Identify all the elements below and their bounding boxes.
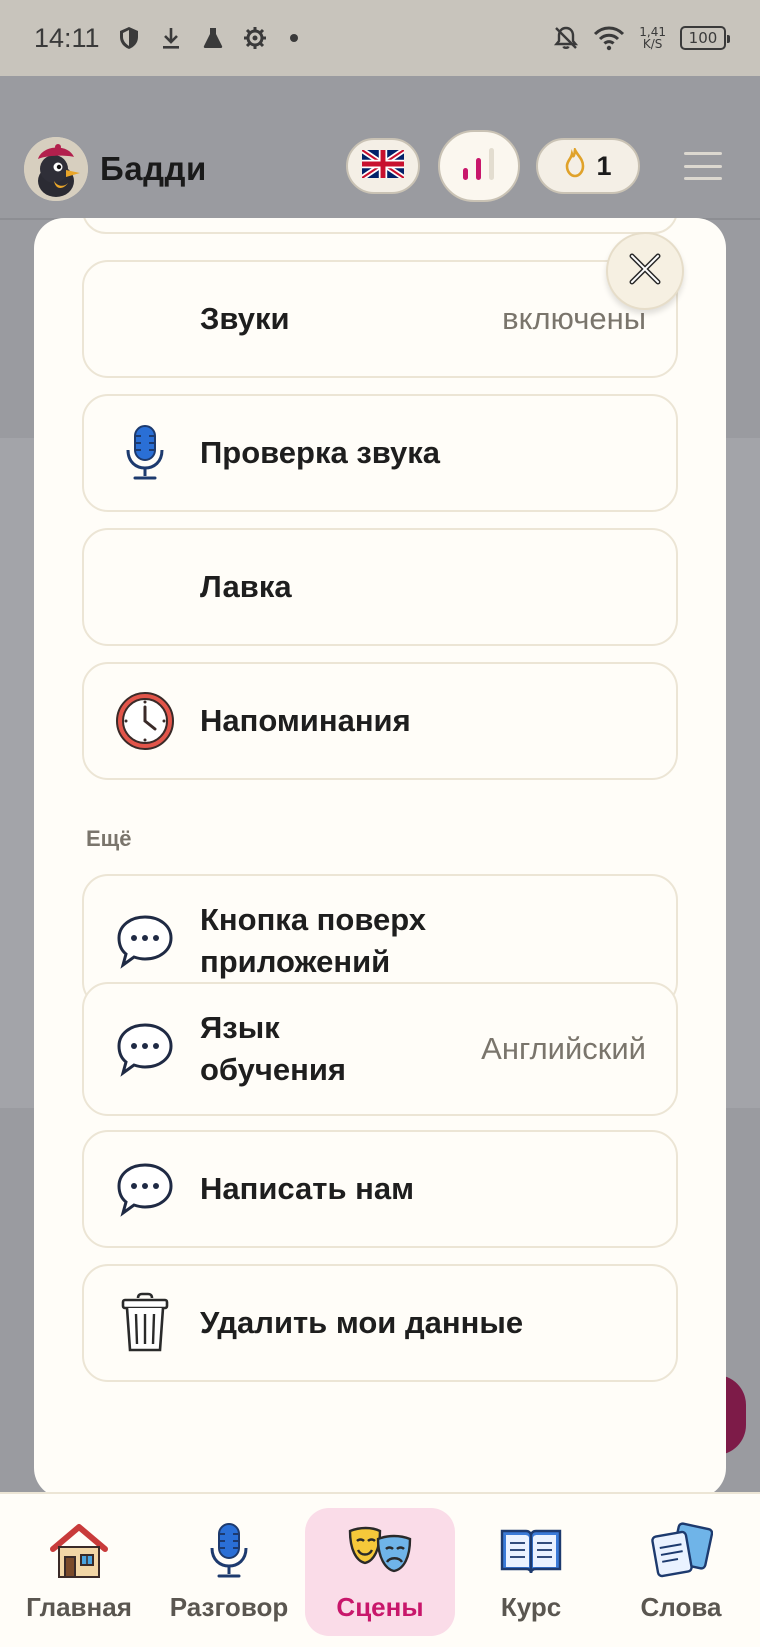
app-header: Бадди 1 <box>0 76 760 218</box>
wifi-icon <box>593 25 625 51</box>
trash-icon <box>114 1292 176 1354</box>
settings-item-sound-check[interactable]: Проверка звука <box>82 394 678 512</box>
microphone-icon <box>194 1516 264 1586</box>
battery-indicator: 100 <box>680 26 730 50</box>
house-icon <box>44 1516 114 1586</box>
bottom-nav: Главная Разговор Сцены Курс Слова <box>0 1492 760 1647</box>
settings-item-label: Кнопка поверх приложений <box>200 899 426 983</box>
nav-tab-label: Сцены <box>336 1592 424 1622</box>
streak-count: 1 <box>596 150 612 181</box>
network-speed-unit: K/S <box>642 37 663 51</box>
microphone-icon <box>114 422 176 484</box>
nav-tab-words[interactable]: Слова <box>606 1508 756 1636</box>
network-speed: 1,41 K/S <box>639 26 666 50</box>
nav-tab-home[interactable]: Главная <box>4 1508 154 1636</box>
nav-tab-scenes[interactable]: Сцены <box>305 1508 455 1636</box>
nav-tab-label: Главная <box>26 1592 132 1622</box>
settings-item-label: Язык обучения <box>200 1007 346 1091</box>
bird-avatar-icon[interactable] <box>24 137 88 201</box>
theater-masks-icon <box>345 1516 415 1586</box>
settings-item-sounds[interactable]: Звуки включены <box>82 260 678 378</box>
app-title: Бадди <box>100 150 207 187</box>
settings-item-label: Звуки <box>200 301 290 336</box>
settings-item-label-line1: Кнопка поверх <box>200 902 426 937</box>
settings-item-label: Написать нам <box>200 1171 415 1206</box>
bell-off-icon <box>553 25 579 51</box>
language-flag-button[interactable] <box>346 138 420 194</box>
nav-tab-course[interactable]: Курс <box>456 1508 606 1636</box>
settings-item-label: Лавка <box>200 569 292 604</box>
settings-item-value: Английский <box>481 1031 646 1066</box>
settings-item-partial[interactable] <box>82 218 678 234</box>
battery-level: 100 <box>688 29 718 47</box>
chat-bubble-icon <box>114 910 176 972</box>
open-book-icon <box>496 1516 566 1586</box>
flask-icon <box>200 25 226 51</box>
settings-item-label-line2: приложений <box>200 944 391 979</box>
status-bar: 14:11 1,41 K/S 100 <box>0 0 760 76</box>
nav-tab-conversation[interactable]: Разговор <box>154 1508 304 1636</box>
close-button[interactable] <box>606 232 684 310</box>
shield-icon <box>116 25 142 51</box>
settings-sheet: Звуки включены Проверка звука Лавка Напо… <box>34 218 726 1498</box>
settings-item-reminders[interactable]: Напоминания <box>82 662 678 780</box>
flashcards-icon <box>646 1516 716 1586</box>
settings-item-label: Удалить мои данные <box>200 1305 524 1340</box>
settings-item-shop[interactable]: Лавка <box>82 528 678 646</box>
settings-item-label-line1: Язык <box>200 1010 280 1045</box>
download-icon <box>158 25 184 51</box>
close-icon <box>626 250 664 293</box>
nav-tab-label: Слова <box>640 1592 722 1622</box>
settings-item-contact-us[interactable]: Написать нам <box>82 1130 678 1248</box>
settings-item-learning-language[interactable]: Язык обучения Английский <box>82 982 678 1116</box>
header-row: Бадди 1 <box>24 130 736 202</box>
settings-item-delete-data[interactable]: Удалить мои данные <box>82 1264 678 1382</box>
settings-item-label: Напоминания <box>200 703 411 738</box>
settings-item-value: включены <box>502 301 646 336</box>
chat-bubble-icon <box>114 1158 176 1220</box>
settings-item-label: Проверка звука <box>200 435 441 470</box>
streak-button[interactable]: 1 <box>536 138 640 194</box>
hamburger-menu-icon[interactable] <box>684 152 722 180</box>
notification-dot-icon <box>289 34 298 42</box>
nav-tab-label: Курс <box>500 1592 562 1622</box>
status-time: 14:11 <box>34 22 100 53</box>
level-bars-icon <box>457 144 501 189</box>
settings-item-label-line2: обучения <box>200 1052 347 1087</box>
status-bar-right: 1,41 K/S 100 <box>553 25 730 51</box>
clock-icon <box>114 690 176 752</box>
nav-tab-label: Разговор <box>169 1592 289 1622</box>
status-bar-left: 14:11 <box>34 23 298 54</box>
section-title-more: Ещё <box>86 826 132 851</box>
chat-bubble-icon <box>114 1018 176 1080</box>
flame-icon <box>564 145 586 185</box>
uk-flag-icon <box>360 147 406 183</box>
level-button[interactable] <box>438 130 520 202</box>
gear-icon <box>242 25 268 51</box>
